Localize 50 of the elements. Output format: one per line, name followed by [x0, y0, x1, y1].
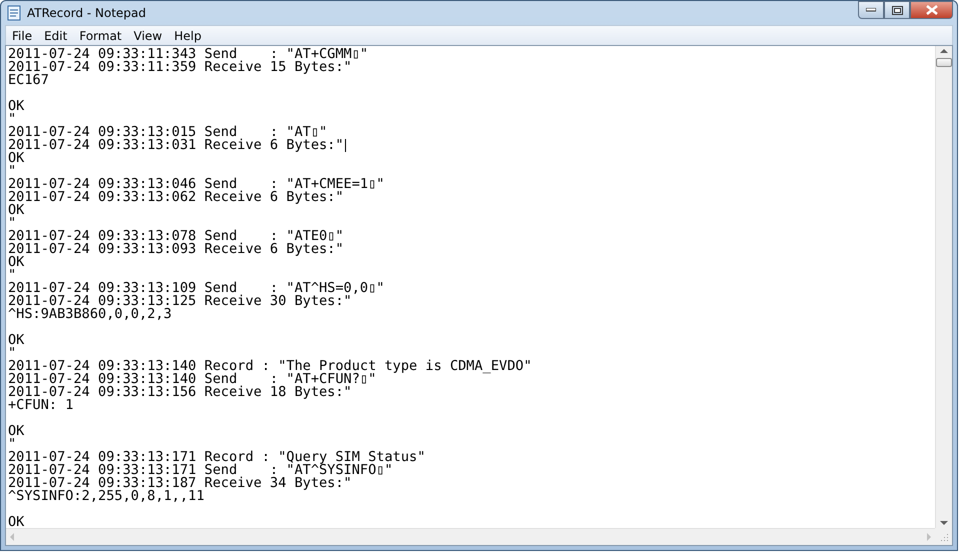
- window-title: ATRecord - Notepad: [27, 6, 148, 20]
- text-line: 2011-07-24 09:33:13:140 Send : "AT+CFUN?▯": [8, 373, 376, 386]
- text-line: ": [8, 347, 16, 360]
- text-line: 2011-07-24 09:33:11:343 Send : "AT+CGMM▯": [8, 48, 368, 61]
- vertical-scrollbar[interactable]: [935, 46, 952, 528]
- scroll-up-icon[interactable]: [940, 48, 948, 54]
- text-line: 2011-07-24 09:33:13:015 Send : "AT▯": [8, 126, 328, 139]
- close-icon: [926, 5, 938, 15]
- text-line: ": [8, 165, 16, 178]
- text-line: ^HS:9AB3B860,0,0,2,3: [8, 308, 172, 321]
- text-line: 2011-07-24 09:33:11:359 Receive 15 Bytes:": [8, 61, 352, 74]
- scroll-down-icon[interactable]: [940, 520, 948, 526]
- text-line: 2011-07-24 09:33:13:093 Receive 6 Bytes:": [8, 243, 344, 256]
- menu-item[interactable]: File: [6, 26, 38, 45]
- text-line: 2011-07-24 09:33:13:171 Record : "Query SIM Status": [8, 451, 426, 464]
- scroll-thumb[interactable]: [936, 58, 952, 67]
- menu-item[interactable]: View: [128, 26, 168, 45]
- minimize-icon: [866, 8, 876, 12]
- text-line: ": [8, 217, 16, 230]
- close-button[interactable]: [910, 1, 953, 19]
- text-line: 2011-07-24 09:33:13:062 Receive 6 Bytes:": [8, 191, 344, 204]
- maximize-icon: [892, 6, 902, 14]
- text-line: 2011-07-24 09:33:13:125 Receive 30 Bytes:": [8, 295, 352, 308]
- text-line: OK: [8, 425, 24, 438]
- text-line: OK: [8, 100, 24, 113]
- text-line: 2011-07-24 09:33:13:171 Send : "AT^SYSINFO▯": [8, 464, 393, 477]
- text-line: 2011-07-24 09:33:13:078 Send : "ATE0▯": [8, 230, 344, 243]
- text-line: ": [8, 438, 16, 451]
- text-line: 2011-07-24 09:33:13:031 Receive 6 Bytes:": [8, 139, 346, 152]
- text-line: EC167: [8, 74, 49, 87]
- text-line: 2011-07-24 09:33:13:109 Send : "AT^HS=0,0▯": [8, 282, 384, 295]
- menu-item[interactable]: Edit: [38, 26, 74, 45]
- text-line: 2011-07-24 09:33:13:140 Record : "The Product type is CDMA_EVDO": [8, 360, 532, 373]
- text-line: ": [8, 113, 16, 126]
- notepad-icon: [7, 5, 21, 21]
- text-line: 2011-07-24 09:33:13:156 Receive 18 Bytes:": [8, 386, 352, 399]
- text-line: OK: [8, 152, 24, 165]
- menu-item[interactable]: Format: [73, 26, 128, 45]
- maximize-button[interactable]: [884, 1, 910, 19]
- text-line: +CFUN: 1: [8, 399, 74, 412]
- menu-item[interactable]: Help: [168, 26, 208, 45]
- text-line: ": [8, 269, 16, 282]
- minimize-button[interactable]: [858, 1, 884, 19]
- text-line: OK: [8, 516, 24, 528]
- text-line: 2011-07-24 09:33:13:046 Send : "AT+CMEE=1▯": [8, 178, 384, 191]
- text-line: ^SYSINFO:2,255,0,8,1,,11: [8, 490, 204, 503]
- text-line: 2011-07-24 09:33:13:187 Receive 34 Bytes:": [8, 477, 352, 490]
- text-line: OK: [8, 204, 24, 217]
- text-line: OK: [8, 334, 24, 347]
- text-line: OK: [8, 256, 24, 269]
